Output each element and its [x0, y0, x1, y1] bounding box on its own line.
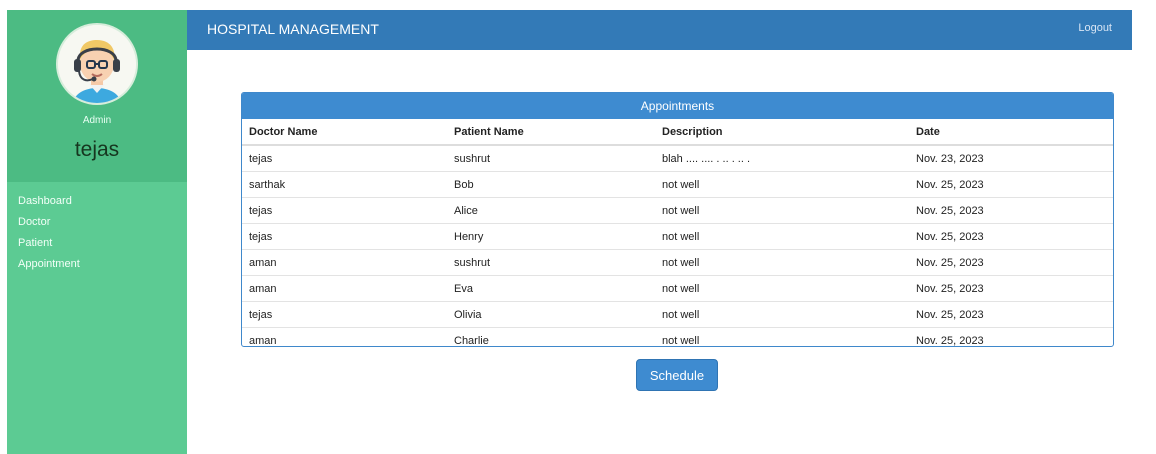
doctor-cell: aman — [242, 275, 447, 302]
doctor-cell: aman — [242, 249, 447, 276]
date-cell: Nov. 25, 2023 — [909, 197, 1113, 224]
app-brand[interactable]: HOSPITAL MANAGEMENT — [207, 21, 379, 37]
panel-title: Appointments — [242, 93, 1113, 119]
date-cell: Nov. 25, 2023 — [909, 249, 1113, 276]
top-navbar: HOSPITAL MANAGEMENT Logout — [187, 10, 1132, 50]
description-cell: not well — [662, 334, 700, 347]
description-cell: not well — [655, 275, 909, 302]
patient-cell: Eva — [447, 275, 655, 302]
username: tejas — [74, 138, 120, 161]
patient-cell: Henry — [447, 223, 655, 250]
patient-cell: sushrut — [447, 145, 655, 172]
patient-cell: sushrut — [447, 249, 655, 276]
column-header-patient: Patient Name — [447, 119, 655, 146]
doctor-cell: tejas — [242, 223, 447, 250]
table-row: aman sushrut not well Nov. 25, 2023 — [242, 249, 1113, 276]
patient-cell: Bob — [447, 171, 655, 198]
appointments-table: Doctor Name Patient Name Description Dat… — [242, 119, 1113, 347]
sidebar-item-patient[interactable]: Patient — [18, 233, 80, 254]
patient-cell: Olivia — [447, 301, 655, 328]
description-cell: not well — [655, 171, 909, 198]
sidebar-item-doctor[interactable]: Doctor — [18, 212, 80, 233]
admin-avatar — [58, 25, 136, 103]
table-row: sarthak Bob not well Nov. 25, 2023 — [242, 171, 1113, 198]
date-cell: Nov. 25, 2023 — [909, 301, 1113, 328]
description-cell: not well — [655, 197, 909, 224]
table-header-row: Doctor Name Patient Name Description Dat… — [242, 119, 1113, 146]
column-header-description: Description — [655, 119, 909, 146]
doctor-cell: sarthak — [242, 171, 447, 198]
schedule-button[interactable]: Schedule — [636, 359, 718, 391]
description-cell: not well — [655, 249, 909, 276]
table-row: tejas Olivia not well Nov. 25, 2023 — [242, 301, 1113, 328]
patient-cell: Alice — [447, 197, 655, 224]
sidebar-item-dashboard[interactable]: Dashboard — [18, 191, 80, 212]
column-header-date: Date — [909, 119, 1113, 146]
table-row: tejas Henry not well Nov. 25, 2023 — [242, 223, 1113, 250]
table-row: tejas sushrut blah .... .... . .. . .. .… — [242, 145, 1113, 172]
table-row: aman Charlie not well Nov. 25, 2023 — [242, 328, 1113, 347]
profile-card: Admin tejas — [7, 10, 187, 182]
doctor-cell: tejas — [242, 145, 447, 172]
logout-link[interactable]: Logout — [1078, 22, 1112, 34]
sidebar-nav: Dashboard Doctor Patient Appointment — [18, 191, 80, 275]
sidebar-item-appointment[interactable]: Appointment — [18, 254, 80, 275]
sidebar: Admin tejas Dashboard Doctor Patient App… — [7, 10, 187, 454]
description-cell: blah .... .... . .. . .. . — [655, 145, 909, 172]
appointments-panel: Appointments Doctor Name Patient Name De… — [241, 92, 1114, 347]
column-header-doctor: Doctor Name — [242, 119, 447, 146]
date-cell: Nov. 25, 2023 — [909, 171, 1113, 198]
doctor-cell: tejas — [242, 301, 447, 328]
table-row: aman Eva not well Nov. 25, 2023 — [242, 275, 1113, 302]
table-row: tejas Alice not well Nov. 25, 2023 — [242, 197, 1113, 224]
date-cell: Nov. 25, 2023 — [909, 275, 1113, 302]
patient-cell: Charlie — [454, 334, 489, 347]
date-cell: Nov. 23, 2023 — [909, 145, 1113, 172]
doctor-cell: aman — [249, 334, 277, 347]
date-cell: Nov. 25, 2023 — [909, 223, 1113, 250]
user-role: Admin — [82, 115, 112, 126]
description-cell: not well — [655, 301, 909, 328]
doctor-cell: tejas — [242, 197, 447, 224]
date-cell: Nov. 25, 2023 — [916, 334, 984, 347]
description-cell: not well — [655, 223, 909, 250]
avatar-icon — [58, 25, 136, 103]
